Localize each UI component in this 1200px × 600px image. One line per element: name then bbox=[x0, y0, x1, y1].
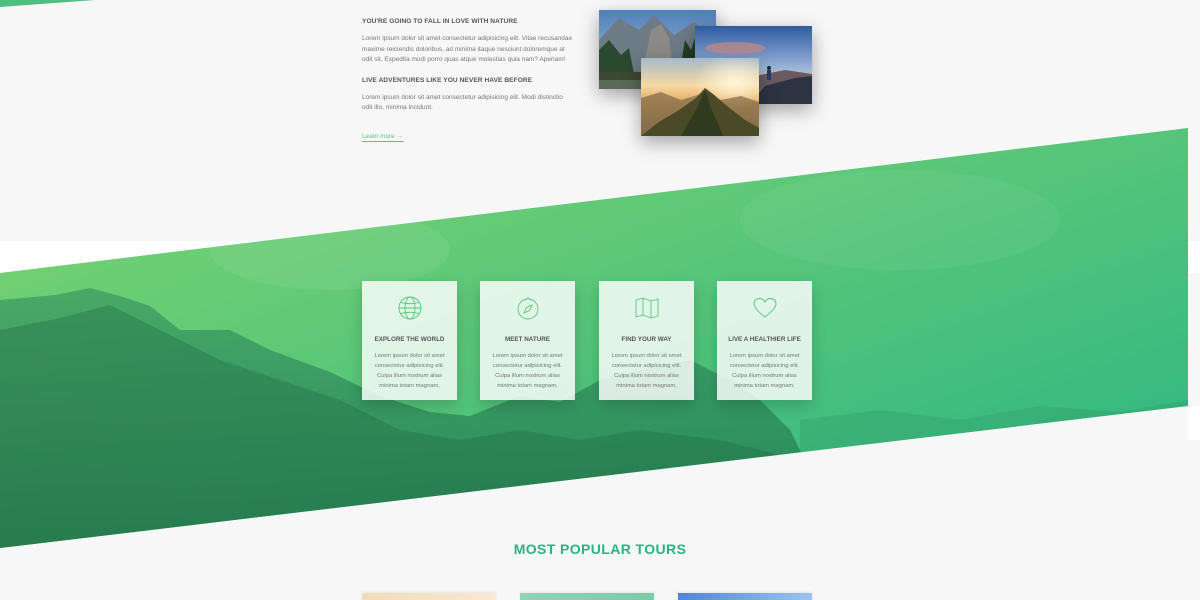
feature-title: EXPLORE THE WORLD bbox=[374, 336, 445, 343]
about-text-block: YOU'RE GOING TO FALL IN LOVE WITH NATURE… bbox=[362, 18, 574, 143]
feature-text: Lorem ipsum dolor sit amet consectetur a… bbox=[492, 353, 563, 389]
about-paragraph-2: Lorem ipsum dolor sit amet consectetur a… bbox=[362, 93, 563, 112]
heart-icon bbox=[753, 298, 776, 318]
feature-box-meet-nature[interactable]: MEET NATURE Lorem ipsum dolor sit amet c… bbox=[480, 281, 575, 400]
tour-card-2[interactable] bbox=[520, 593, 654, 600]
about-heading-1: YOU'RE GOING TO FALL IN LOVE WITH NATURE bbox=[362, 18, 518, 25]
learn-more-link[interactable]: Learn more → bbox=[362, 133, 404, 142]
feature-title: MEET NATURE bbox=[504, 336, 550, 343]
feature-text: Lorem ipsum dolor sit amet consectetur a… bbox=[729, 353, 800, 389]
about-paragraph-1: Lorem ipsum dolor sit amet consectetur a… bbox=[362, 35, 573, 64]
feature-title: FIND YOUR WAY bbox=[621, 336, 672, 343]
map-icon bbox=[635, 297, 658, 319]
globe-icon bbox=[398, 296, 421, 320]
tours-heading: MOST POPULAR TOURS bbox=[513, 541, 687, 557]
feature-box-find-your-way[interactable]: FIND YOUR WAY Lorem ipsum dolor sit amet… bbox=[599, 281, 694, 400]
feature-box-explore[interactable]: EXPLORE THE WORLD Lorem ipsum dolor sit … bbox=[362, 281, 457, 400]
photo-mountain-ridge[interactable] bbox=[641, 58, 759, 136]
tour-card-3[interactable] bbox=[678, 593, 812, 600]
about-heading-2: LIVE ADVENTURES LIKE YOU NEVER HAVE BEFO… bbox=[362, 76, 533, 84]
feature-box-healthier-life[interactable]: LIVE A HEALTHIER LIFE Lorem ipsum dolor … bbox=[717, 281, 812, 400]
feature-title: LIVE A HEALTHIER LIFE bbox=[728, 336, 801, 343]
compass-icon bbox=[517, 296, 538, 320]
feature-text: Lorem ipsum dolor sit amet consectetur a… bbox=[374, 353, 445, 389]
tour-card-1[interactable] bbox=[362, 593, 496, 600]
page: YOU'RE GOING TO FALL IN LOVE WITH NATURE… bbox=[0, 0, 1200, 600]
feature-text: Lorem ipsum dolor sit amet consectetur a… bbox=[611, 353, 682, 389]
